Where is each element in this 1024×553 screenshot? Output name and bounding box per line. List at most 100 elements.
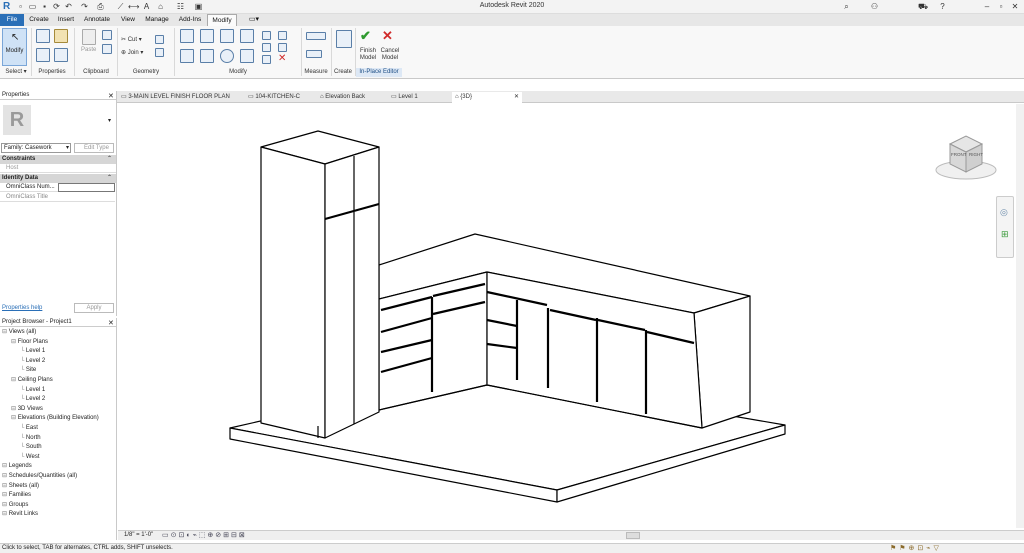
close-properties-icon[interactable]: ✕ <box>108 92 114 100</box>
family-category-icon[interactable] <box>54 48 68 62</box>
section-constraints[interactable]: Constraints <box>0 155 116 164</box>
dimension-tool-icon[interactable] <box>306 50 322 58</box>
split-icon[interactable] <box>262 31 271 40</box>
copy-icon[interactable] <box>200 49 214 63</box>
menu-insert[interactable]: Insert <box>54 14 78 26</box>
browser-item[interactable]: ⊟ Sheets (all) <box>0 482 116 492</box>
maximize-icon[interactable]: ▫ <box>996 2 1006 11</box>
close-browser-icon[interactable]: ✕ <box>108 319 114 327</box>
cut-button[interactable]: ✂ Cut ▾ <box>121 36 142 43</box>
menu-create[interactable]: Create <box>26 14 52 26</box>
pin-icon[interactable] <box>262 55 271 64</box>
expand-icon[interactable]: ⊟ <box>2 492 9 498</box>
browser-item[interactable]: ⊟ Floor Plans <box>0 338 116 348</box>
expand-icon[interactable]: ⊟ <box>2 483 9 489</box>
expand-icon[interactable]: ⊟ <box>11 415 18 421</box>
tab-elevation-back[interactable]: ⌂ Elevation Back <box>320 92 365 103</box>
rotate-icon[interactable] <box>220 49 234 63</box>
browser-item[interactable]: └ Level 2 <box>0 357 116 367</box>
trim-icon[interactable] <box>240 49 254 63</box>
browser-item[interactable]: ⊟ Elevations (Building Elevation) <box>0 414 116 424</box>
expand-icon[interactable]: ⊟ <box>2 329 9 335</box>
steering-wheel-icon[interactable]: ◎ <box>1000 207 1008 218</box>
delete-icon[interactable]: ✕ <box>278 53 286 64</box>
viewcube[interactable]: FRONT RIGHT <box>934 130 998 182</box>
cart-icon[interactable]: ⛟ <box>918 2 928 11</box>
finish-model-button[interactable]: Finish Model <box>357 48 379 62</box>
browser-item[interactable]: ⊟ Ceiling Plans <box>0 376 116 386</box>
browser-item[interactable]: ⊟ 3D Views <box>0 405 116 415</box>
wall-joins-icon[interactable] <box>155 48 164 57</box>
browser-item[interactable]: └ Site <box>0 366 116 376</box>
menu-file[interactable]: File <box>0 14 24 26</box>
collapse-icon[interactable]: ⌃ <box>107 155 112 162</box>
family-types-icon[interactable] <box>36 48 50 62</box>
zoom-icon[interactable]: ⊞ <box>1001 229 1009 240</box>
browser-item[interactable]: └ South <box>0 443 116 453</box>
vertical-scrollbar[interactable] <box>1016 104 1024 528</box>
browser-item[interactable]: ⊟ Legends <box>0 462 116 472</box>
cancel-model-button[interactable]: Cancel Model <box>378 48 402 62</box>
mirror-draw-icon[interactable] <box>240 29 254 43</box>
match-type-icon[interactable] <box>102 44 112 54</box>
omniclass-number-field[interactable] <box>58 183 115 192</box>
tab-3-main-level[interactable]: ▭ 3-MAIN LEVEL FINISH FLOOR PLAN <box>121 92 230 103</box>
menu-view[interactable]: View <box>118 14 138 26</box>
ribbon-options-icon[interactable]: ▭▾ <box>246 14 262 26</box>
paste-icon[interactable] <box>82 29 96 45</box>
modify-button[interactable]: ↖ <box>2 28 27 66</box>
create-group-icon[interactable] <box>336 30 352 48</box>
browser-item[interactable]: └ West <box>0 453 116 463</box>
expand-icon[interactable]: ⊟ <box>11 406 18 412</box>
tab-104-kitchen-c[interactable]: ▭ 104-KITCHEN-C <box>248 92 300 103</box>
family-filter-select[interactable]: Family: Casework ▾ <box>1 143 71 153</box>
3d-viewport[interactable] <box>118 104 1014 528</box>
cope-icon[interactable] <box>155 35 164 44</box>
expand-icon[interactable]: ⊟ <box>11 377 18 383</box>
browser-item[interactable]: ⊟ Views (all) <box>0 328 116 338</box>
browser-item[interactable]: └ Level 1 <box>0 386 116 396</box>
expand-icon[interactable]: ⊟ <box>2 463 9 469</box>
tab-3d[interactable]: ⌂ {3D} ✕ <box>452 92 522 103</box>
browser-item[interactable]: └ East <box>0 424 116 434</box>
view-scale[interactable]: 1/8" = 1'-0" <box>124 532 153 538</box>
browser-item[interactable]: ⊟ Schedules/Quantities (all) <box>0 472 116 482</box>
tab-level-1[interactable]: ▭ Level 1 <box>391 92 418 103</box>
close-window-icon[interactable]: ✕ <box>1010 2 1020 11</box>
apply-button[interactable]: Apply <box>74 303 114 313</box>
type-selector-dropdown-icon[interactable]: ▾ <box>108 117 111 124</box>
menu-add-ins[interactable]: Add-Ins <box>176 14 204 26</box>
section-identity-data[interactable]: Identity Data <box>0 174 116 183</box>
close-tab-icon[interactable]: ✕ <box>514 92 519 103</box>
properties-help-link[interactable]: Properties help <box>2 305 42 311</box>
browser-item[interactable]: └ North <box>0 434 116 444</box>
type-properties-icon[interactable] <box>54 29 68 43</box>
menu-modify[interactable]: Modify <box>207 14 237 26</box>
help-icon[interactable]: ? <box>938 2 947 11</box>
scale-icon[interactable] <box>278 43 287 52</box>
edit-type-button[interactable]: Edit Type <box>74 143 114 153</box>
minimize-icon[interactable]: – <box>982 2 992 11</box>
select-dropdown[interactable]: Select ▾ <box>2 68 30 77</box>
expand-icon[interactable]: ⊟ <box>2 502 9 508</box>
expand-icon[interactable]: ⊟ <box>2 511 9 517</box>
finish-model-icon[interactable]: ✔ <box>360 28 371 44</box>
array-icon[interactable] <box>262 43 271 52</box>
cancel-model-icon[interactable]: ✕ <box>382 28 393 44</box>
search-icon[interactable]: ⌕ <box>842 2 851 11</box>
menu-annotate[interactable]: Annotate <box>80 14 114 26</box>
view-control-icons[interactable]: ▭⊙⊡◐⌁⬚⊕⊘⊞⊟⊠ <box>162 531 247 539</box>
properties-icon[interactable] <box>36 29 50 43</box>
align-icon[interactable] <box>180 29 194 43</box>
browser-item[interactable]: ⊟ Families <box>0 491 116 501</box>
measure-icon[interactable] <box>306 32 326 40</box>
menu-manage[interactable]: Manage <box>142 14 172 26</box>
expand-icon[interactable]: ⊟ <box>2 473 9 479</box>
copy-clipboard-icon[interactable] <box>102 30 112 40</box>
join-button[interactable]: ⊕ Join ▾ <box>121 49 143 56</box>
browser-item[interactable]: └ Level 2 <box>0 395 116 405</box>
browser-item[interactable]: ⊟ Revit Links <box>0 510 116 520</box>
horizontal-scroll-thumb[interactable] <box>626 532 640 539</box>
omniclass-title-field[interactable] <box>58 193 115 202</box>
kitchen-3d-model[interactable] <box>118 104 1014 528</box>
